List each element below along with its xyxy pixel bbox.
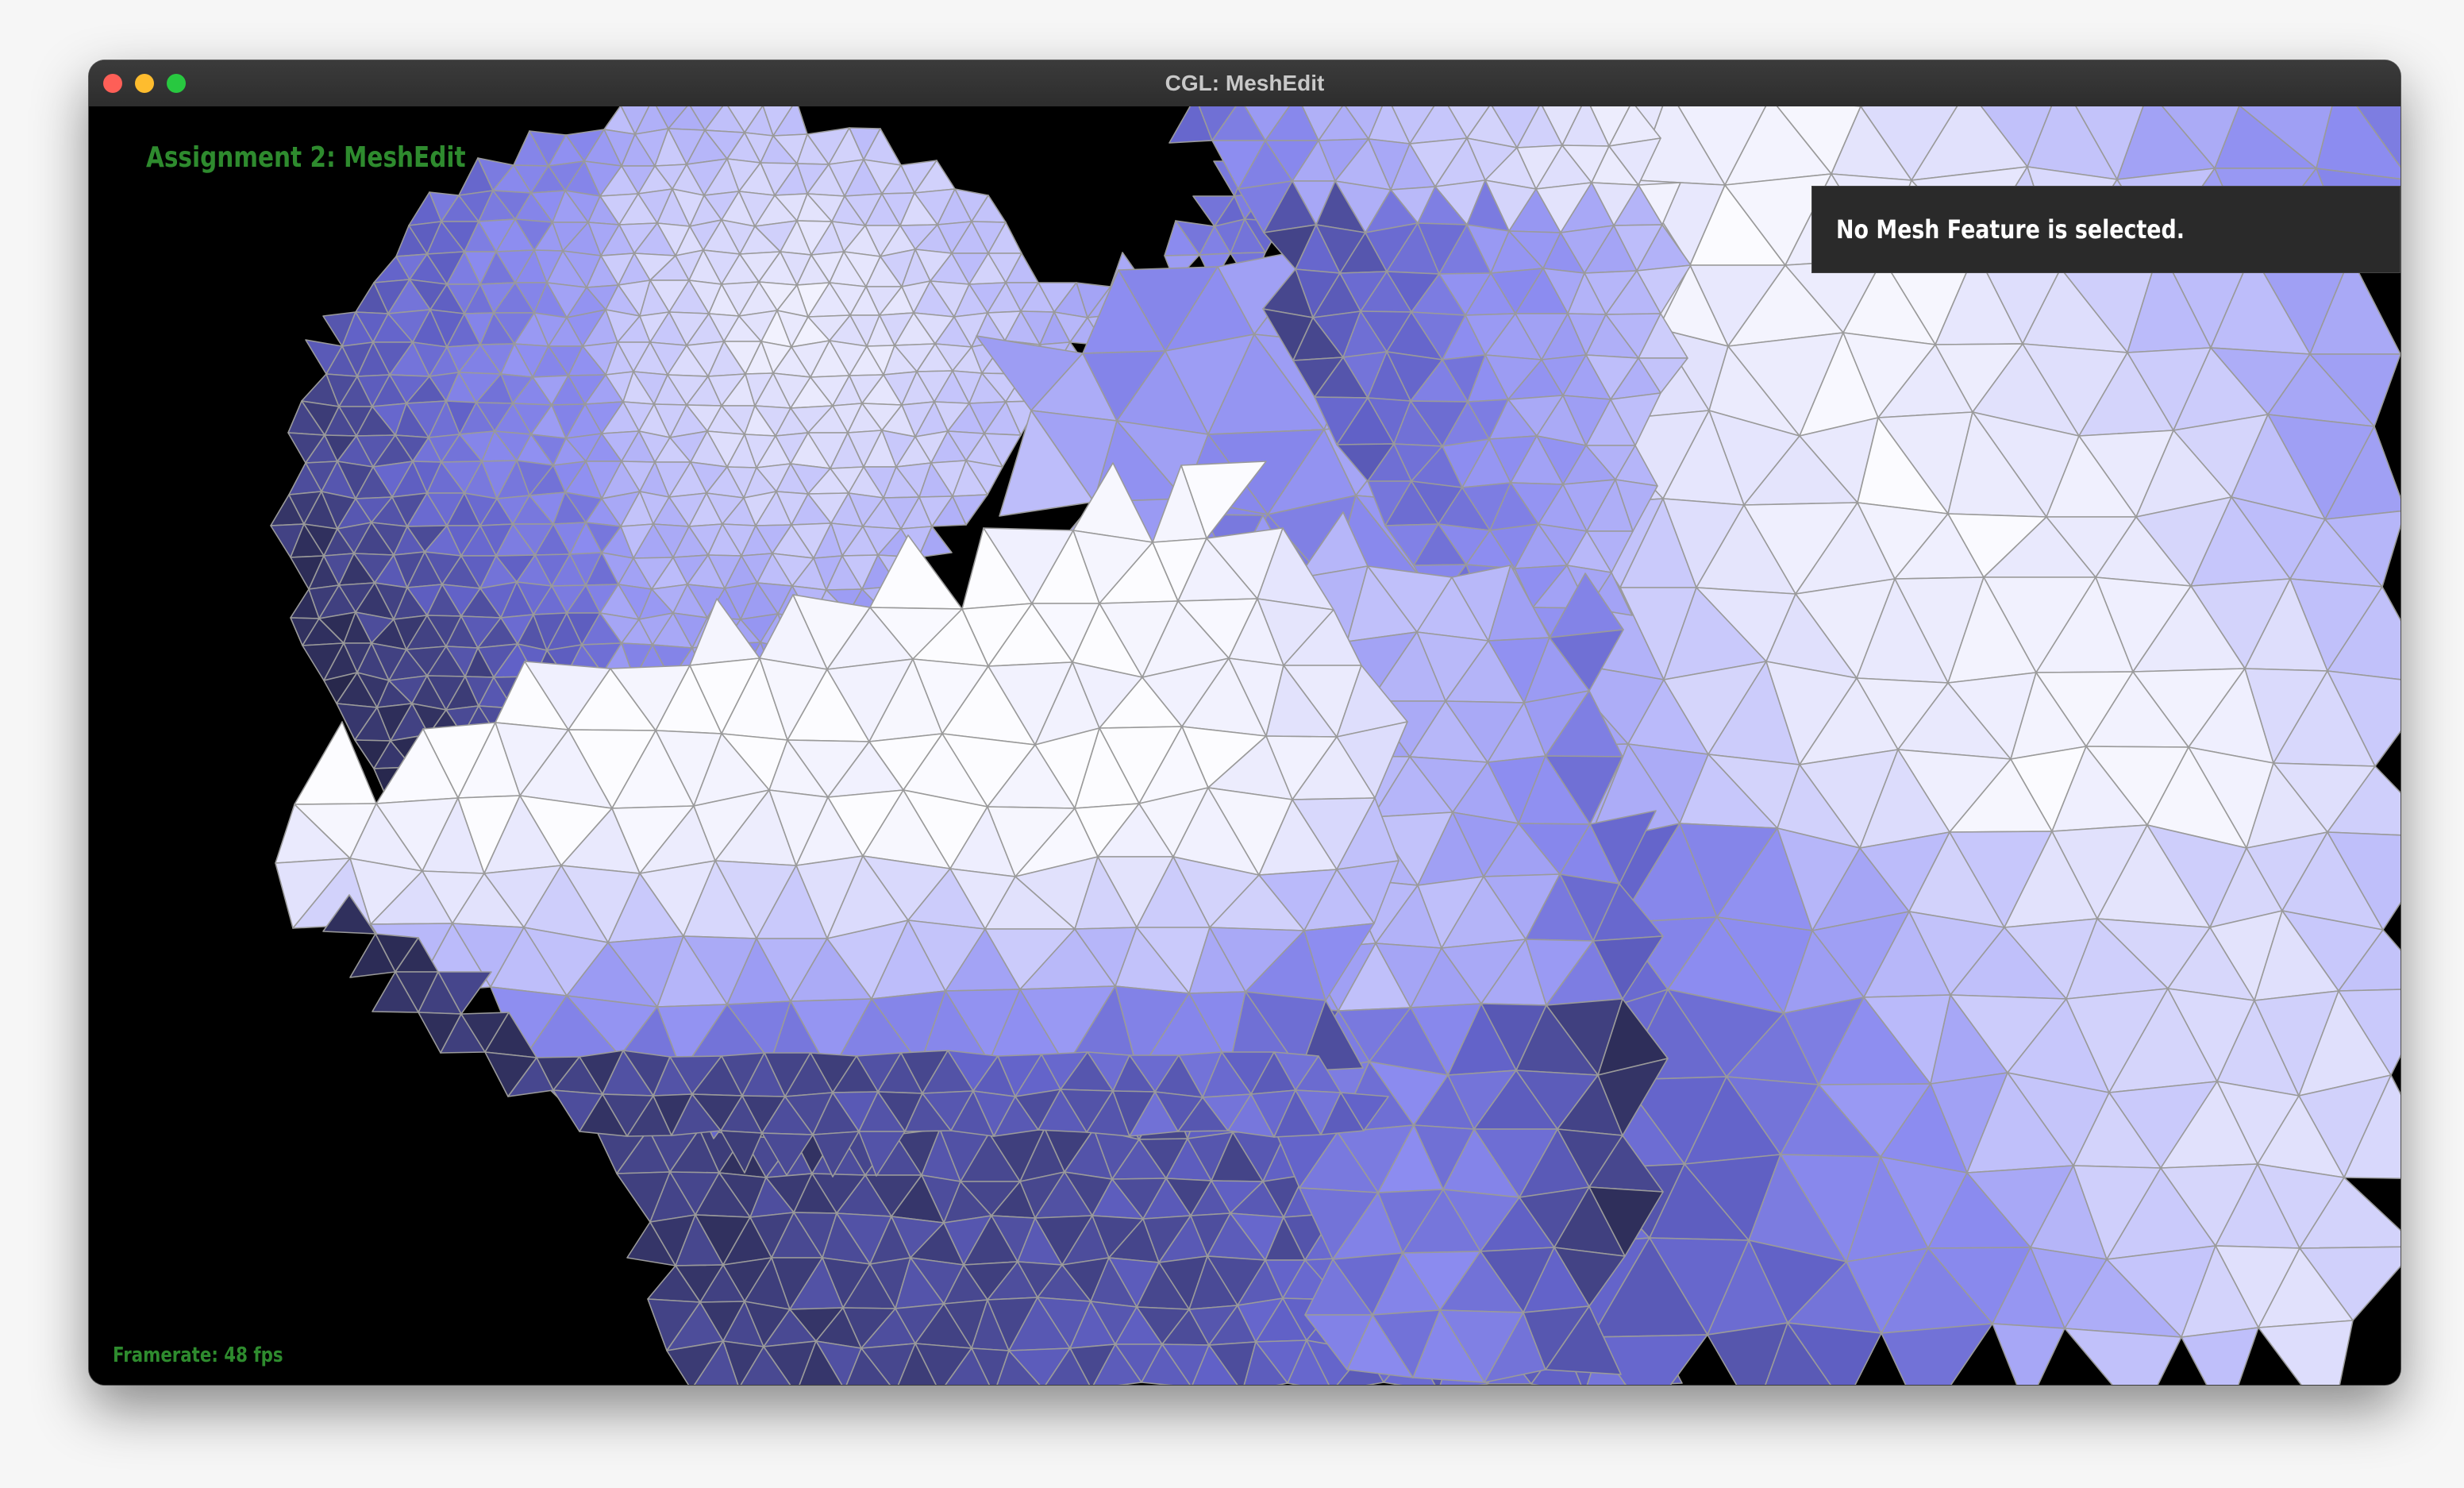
- window-title: CGL: MeshEdit: [1165, 71, 1325, 95]
- feature-info-panel: No Mesh Feature is selected.: [1811, 186, 2400, 273]
- mesh-surface[interactable]: [270, 106, 2400, 1385]
- mesh-render[interactable]: [89, 106, 2400, 1385]
- framerate-readout: Framerate: 48 fps: [113, 1343, 283, 1367]
- app-window: CGL: MeshEdit Assignment 2: MeshEdit No …: [89, 60, 2400, 1385]
- feature-info-text: No Mesh Feature is selected.: [1836, 214, 2185, 245]
- mesh-viewport[interactable]: Assignment 2: MeshEdit No Mesh Feature i…: [89, 106, 2400, 1385]
- assignment-title: Assignment 2: MeshEdit: [146, 141, 466, 174]
- title-bar[interactable]: CGL: MeshEdit: [89, 60, 2400, 107]
- desktop: CGL: MeshEdit Assignment 2: MeshEdit No …: [0, 0, 2464, 1488]
